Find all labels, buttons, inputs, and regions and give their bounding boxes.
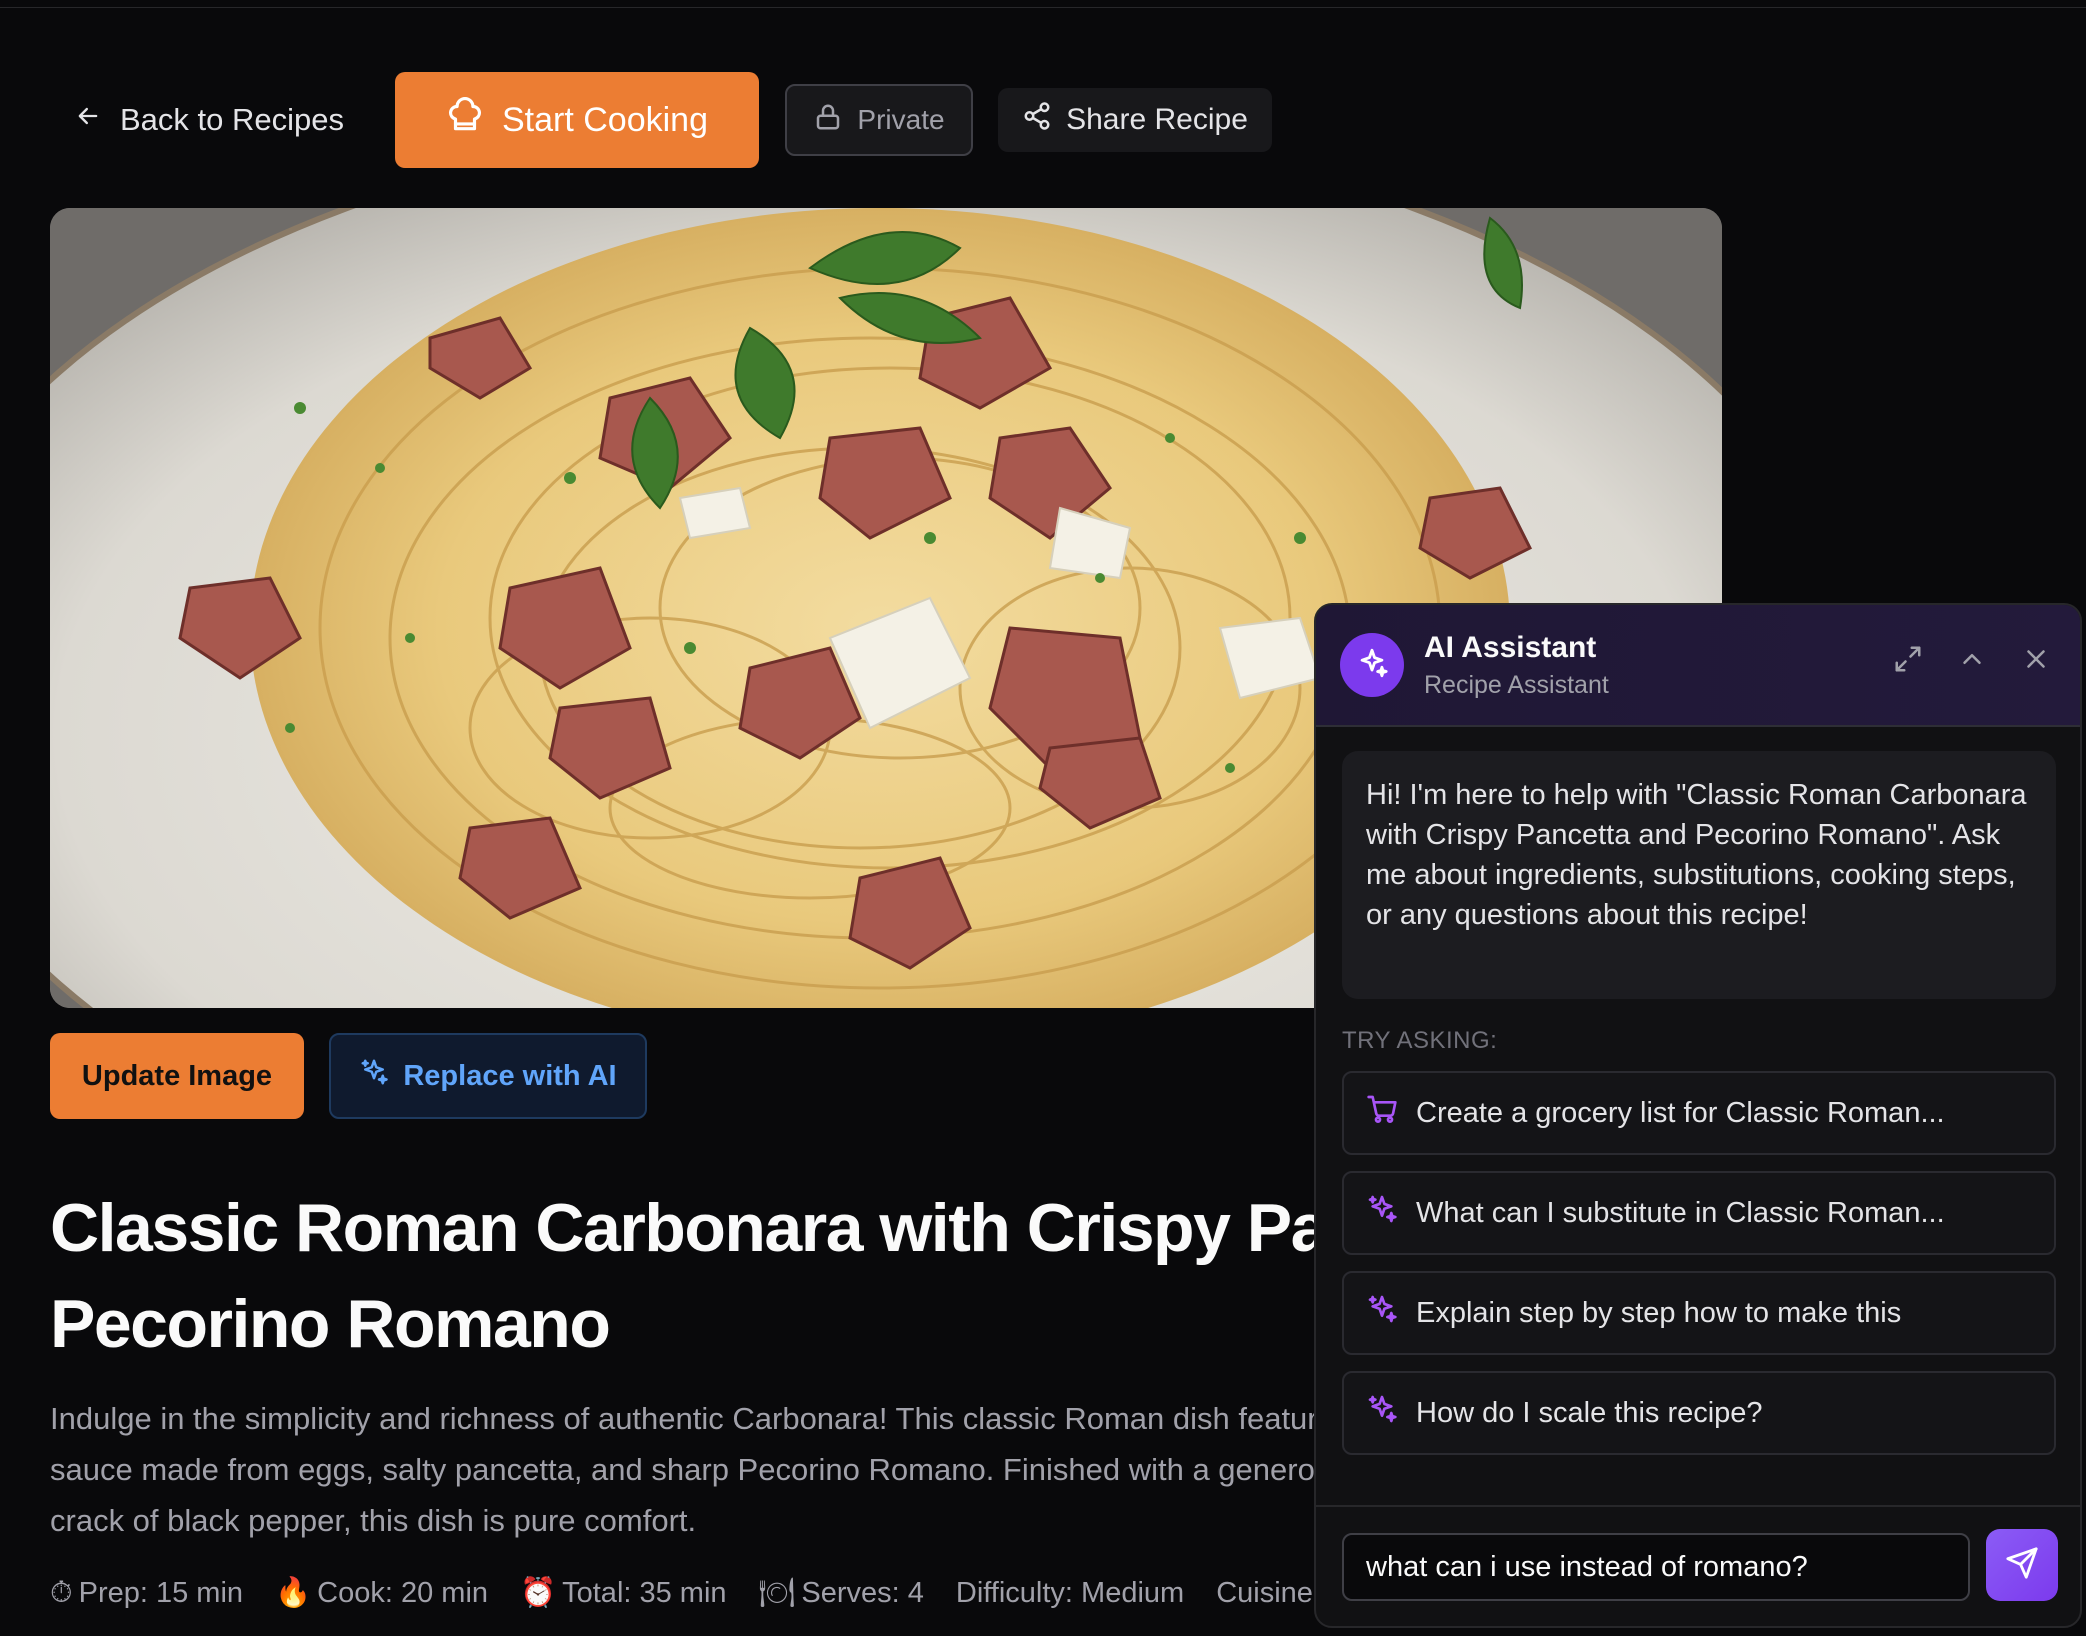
chef-hat-icon: [446, 96, 484, 144]
cook-time-label: Cook: 20 min: [317, 1576, 489, 1609]
assistant-avatar: [1340, 633, 1404, 697]
start-cooking-button[interactable]: Start Cooking: [395, 72, 759, 168]
send-icon: [2005, 1546, 2039, 1585]
suggestion-label: How do I scale this recipe?: [1416, 1396, 1763, 1429]
private-label: Private: [857, 104, 945, 135]
prep-time-label: Prep: 15 min: [78, 1576, 244, 1609]
update-image-button[interactable]: Update Image: [50, 1033, 304, 1119]
suggestion-label: Explain step by step how to make this: [1416, 1296, 1902, 1329]
plate-icon: 🍽: [758, 1577, 796, 1609]
suggestion-grocery-list[interactable]: Create a grocery list for Classic Roman.…: [1342, 1071, 2056, 1155]
chat-message-input[interactable]: [1342, 1533, 1970, 1601]
suggestion-label: Create a grocery list for Classic Roman.…: [1416, 1096, 1945, 1129]
sparkle-icon: [1355, 646, 1389, 685]
assistant-subtitle: Recipe Assistant: [1424, 670, 1609, 699]
ai-assistant-panel: AI Assistant Recipe Assistant Hi! I'm he…: [1314, 603, 2082, 1628]
close-icon[interactable]: [2020, 643, 2052, 675]
assistant-title: AI Assistant: [1424, 630, 1597, 664]
try-asking-label: TRY ASKING:: [1342, 1027, 1498, 1054]
sparkle-icon: [359, 1057, 389, 1095]
assistant-header: AI Assistant Recipe Assistant: [1316, 605, 2080, 727]
arrow-left-icon: [74, 102, 102, 138]
alarm-clock-icon: ⏰: [520, 1577, 557, 1609]
assistant-header-actions: [1892, 643, 2052, 675]
cook-time: 🔥 Cook: 20 min: [275, 1576, 488, 1610]
fire-icon: 🔥: [275, 1577, 312, 1609]
suggestion-label: What can I substitute in Classic Roman..…: [1416, 1196, 1945, 1229]
lock-icon: [813, 102, 843, 139]
suggestion-substitute[interactable]: What can I substitute in Classic Roman..…: [1342, 1171, 2056, 1255]
recipe-toolbar: Back to Recipes Start Cooking Private Sh…: [50, 72, 1272, 168]
back-label: Back to Recipes: [120, 102, 344, 137]
expand-icon[interactable]: [1892, 643, 1924, 675]
cart-icon: [1366, 1093, 1398, 1133]
suggestion-scale-recipe[interactable]: How do I scale this recipe?: [1342, 1371, 2056, 1455]
suggestion-list: Create a grocery list for Classic Roman.…: [1342, 1071, 2056, 1471]
back-to-recipes-button[interactable]: Back to Recipes: [74, 102, 344, 138]
sparkle-icon: [1366, 1193, 1398, 1233]
chat-input-area: [1316, 1505, 2080, 1626]
private-toggle-button[interactable]: Private: [785, 84, 973, 156]
assistant-heading: AI Assistant Recipe Assistant: [1424, 631, 1609, 700]
replace-with-ai-label: Replace with AI: [403, 1059, 617, 1092]
assistant-greeting-message: Hi! I'm here to help with "Classic Roman…: [1342, 751, 2056, 999]
share-icon: [1022, 101, 1052, 139]
servings-label: Serves: 4: [801, 1576, 924, 1609]
share-recipe-button[interactable]: Share Recipe: [998, 88, 1272, 152]
difficulty: Difficulty: Medium: [955, 1576, 1185, 1609]
sparkle-icon: [1366, 1293, 1398, 1333]
prep-time: ⏱ Prep: 15 min: [50, 1576, 243, 1610]
total-time-label: Total: 35 min: [562, 1576, 727, 1609]
sparkle-icon: [1366, 1393, 1398, 1433]
chevron-up-icon[interactable]: [1956, 643, 1988, 675]
replace-with-ai-button[interactable]: Replace with AI: [329, 1033, 647, 1119]
total-time: ⏰ Total: 35 min: [520, 1576, 727, 1610]
top-border: [0, 0, 2086, 8]
start-cooking-label: Start Cooking: [502, 100, 708, 139]
stopwatch-icon: ⏱: [50, 1576, 73, 1609]
servings: 🍽 Serves: 4: [759, 1576, 924, 1610]
update-image-label: Update Image: [81, 1059, 273, 1092]
recipe-meta: ⏱ Prep: 15 min 🔥 Cook: 20 min ⏰ Total: 35 m…: [50, 1576, 1345, 1610]
suggestion-step-by-step[interactable]: Explain step by step how to make this: [1342, 1271, 2056, 1355]
share-label: Share Recipe: [1066, 103, 1248, 136]
send-message-button[interactable]: [1986, 1529, 2058, 1601]
